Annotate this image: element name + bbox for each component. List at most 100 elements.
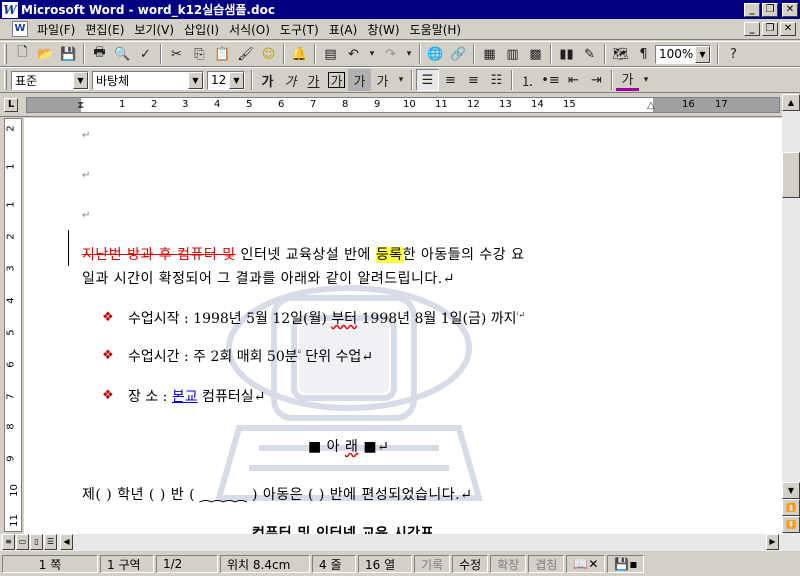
bell-icon[interactable]: 🔔 [288,43,311,65]
vruler-number: 2 [5,125,17,132]
zoom-select[interactable]: 100% ▼ [655,44,711,64]
menu-window[interactable]: 창(W) [362,21,404,38]
open-folder-icon[interactable]: 📂 [34,43,57,65]
italic-button[interactable]: 가 [279,69,302,91]
chevron-down-icon[interactable]: ▼ [73,71,88,89]
table-icon[interactable]: ▥ [501,43,524,65]
doc-close-button[interactable]: ✕ [780,22,796,36]
menu-table[interactable]: 표(A) [324,21,363,38]
increase-indent-button[interactable]: ⇥ [585,69,608,91]
outline-view-icon[interactable]: ☰ [44,534,57,550]
prev-page-icon[interactable]: ⏫ [782,499,800,516]
status-ext[interactable]: 확장 [490,555,527,573]
menu-file[interactable]: 파일(F) [32,21,80,38]
undo-dropdown-icon[interactable]: ▾ [365,43,379,65]
align-justify-button[interactable]: ☰ [416,69,439,91]
scroll-down-icon[interactable]: ▼ [782,482,800,499]
document-icon[interactable]: W [12,21,28,37]
chevron-down-icon[interactable]: ▾ [639,69,653,91]
distributed-align-button[interactable]: ☷ [485,69,508,91]
hyperlink-icon[interactable]: 🔗 [447,43,470,65]
menu-edit[interactable]: 편집(E) [80,21,129,38]
new-document-icon[interactable]: 🗋 [11,43,34,65]
document-page[interactable]: ↵ ↵ ↵ 지난번 방과 후 컴퓨터 및 인터넷 교육상설 반에 등록한 아동들… [24,118,782,534]
globe-icon[interactable]: 🌐 [424,43,447,65]
vertical-scrollbar[interactable]: ▲ ▼ ⏫ ⏬ [782,94,800,534]
char-shading-button[interactable]: 가 [348,69,371,91]
toolbar-grip[interactable] [4,70,7,90]
next-page-icon[interactable]: ⏬ [782,516,800,533]
insert-table-icon[interactable]: ▤ [319,43,342,65]
drawing-icon[interactable]: ✎ [578,43,601,65]
ruler-number: 8 [342,99,349,110]
restore-button[interactable]: ❐ [762,2,778,17]
columns-icon[interactable]: ▮▮ [555,43,578,65]
status-rec[interactable]: 기록 [414,555,451,573]
cut-icon[interactable]: ✂ [165,43,188,65]
save-icon[interactable]: 💾 [57,43,80,65]
office-assistant-icon[interactable]: ? [722,43,745,65]
paste-icon[interactable]: 📋 [211,43,234,65]
online-view-icon[interactable]: ▭ [16,534,29,550]
print-icon[interactable]: 🖶 [88,43,111,65]
menu-help[interactable]: 도움말(H) [405,21,467,38]
status-trk[interactable]: 수정 [452,555,489,573]
page-layout-view-icon[interactable]: ▯ [30,534,43,550]
format-painter-icon[interactable]: 🖌 [234,43,257,65]
scroll-up-icon[interactable]: ▲ [782,94,800,111]
style-select[interactable]: 표준 ▼ [11,70,89,90]
document-map-icon[interactable]: 🗺 [609,43,632,65]
minimize-button[interactable]: _ [744,2,760,17]
vertical-ruler[interactable]: 2 1 1 2 3 4 5 6 7 8 9 10 11 [4,118,22,532]
undo-icon[interactable]: ↶ [342,43,365,65]
horizontal-ruler[interactable]: ⧗ △ 1 2 3 4 5 6 7 8 9 10 11 12 13 14 15 … [26,97,780,113]
status-ovr[interactable]: 겹침 [528,555,565,573]
font-select[interactable]: 바탕체 ▼ [92,70,204,90]
tab-selector[interactable]: L [4,98,18,112]
redo-dropdown-icon[interactable]: ▾ [402,43,416,65]
chevron-down-icon[interactable]: ▼ [229,71,244,89]
chevron-down-icon[interactable]: ▼ [188,71,203,89]
scroll-left-icon[interactable]: ◀ [60,534,73,550]
scroll-right-icon[interactable]: ▶ [766,534,779,550]
font-size-select[interactable]: 12 ▼ [207,70,245,90]
bullets-button[interactable]: •≡ [539,69,562,91]
horizontal-scrollbar[interactable]: ≡ ▭ ▯ ☰ ◀ ▶ [0,534,800,551]
decrease-indent-button[interactable]: ⇤ [562,69,585,91]
doc-restore-button[interactable]: ❐ [762,22,778,36]
menu-format[interactable]: 서식(O) [224,21,275,38]
bold-button[interactable]: 가 [256,69,279,91]
toolbar-grip[interactable] [4,44,7,64]
copy-icon[interactable]: ⎘ [188,43,211,65]
right-indent-marker-icon[interactable]: △ [647,100,655,111]
body-text: 한 아동들의 수강 요 [402,247,525,263]
excel-sheet-icon[interactable]: ▩ [524,43,547,65]
chevron-down-icon[interactable]: ▾ [394,69,408,91]
zoom-value: 100% [659,47,694,61]
tables-borders-icon[interactable]: ▦ [478,43,501,65]
menu-insert[interactable]: 삽입(I) [179,21,224,38]
indent-marker-icon[interactable]: ⧗ [77,100,84,111]
spelling-status-icon[interactable]: 📖✕ [566,555,606,573]
char-border-button[interactable]: 가 [325,69,348,91]
word-app-icon[interactable]: W [2,1,18,18]
menu-tools[interactable]: 도구(T) [275,21,324,38]
chevron-down-icon[interactable]: ▼ [695,45,710,63]
scroll-thumb[interactable] [782,152,800,198]
normal-view-icon[interactable]: ≡ [2,534,15,550]
underline-button[interactable]: 가 [302,69,325,91]
show-hide-icon[interactable]: ¶ [632,43,655,65]
menu-view[interactable]: 보기(V) [129,21,179,38]
print-preview-icon[interactable]: 🔍 [111,43,134,65]
spelling-icon[interactable]: ✓ [134,43,157,65]
redo-icon[interactable]: ↷ [379,43,402,65]
align-center-button[interactable]: ≡ [439,69,462,91]
smiley-icon[interactable]: ☺ [257,43,280,65]
font-color-button[interactable]: 가 [616,69,639,91]
doc-minimize-button[interactable]: _ [744,22,760,36]
hyperlink[interactable]: 본교 [172,389,198,405]
close-button[interactable]: ✕ [782,2,798,17]
align-right-button[interactable]: ≡ [462,69,485,91]
phonetic-guide-button[interactable]: 가 [371,69,394,91]
numbering-button[interactable]: ⒈ [516,69,539,91]
